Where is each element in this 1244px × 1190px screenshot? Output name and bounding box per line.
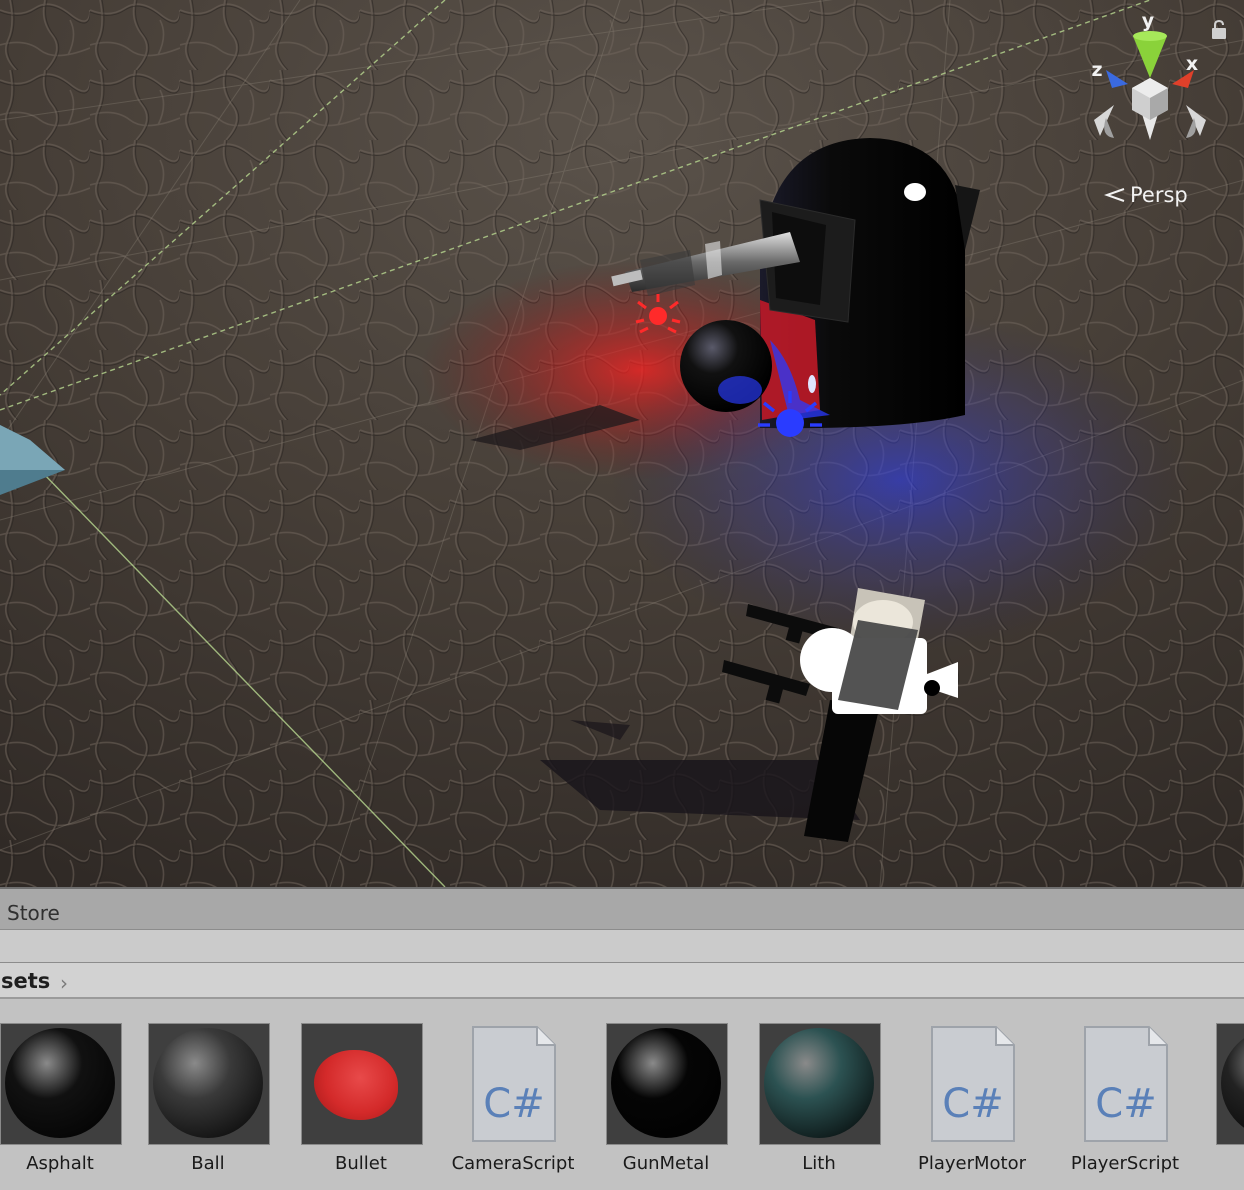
asset-label: GunMetal xyxy=(622,1153,710,1174)
asset-label: CameraScript xyxy=(451,1153,575,1174)
project-toolbar xyxy=(0,929,1244,963)
chevron-right-icon: › xyxy=(60,971,68,995)
asset-label: Lith xyxy=(802,1153,836,1174)
asset-item[interactable]: P xyxy=(1200,1023,1244,1183)
svg-text:C#: C# xyxy=(942,1081,1003,1127)
material-sphere-icon xyxy=(1216,1023,1244,1145)
gizmo-y-label: y xyxy=(1142,10,1155,32)
asset-label: P xyxy=(1200,1153,1244,1174)
asset-item[interactable]: Asphalt xyxy=(0,1023,136,1183)
asset-item[interactable]: C# PlayerScript xyxy=(1049,1023,1201,1183)
gizmo-x-label: x xyxy=(1186,53,1198,75)
scene-view[interactable]: y x z xyxy=(0,0,1244,887)
asset-item[interactable]: Lith xyxy=(743,1023,895,1183)
asset-item[interactable]: Bullet xyxy=(285,1023,437,1183)
csharp-file-icon: C# xyxy=(1065,1023,1187,1145)
tab-store[interactable]: Store xyxy=(7,901,60,925)
asset-item[interactable]: GunMetal xyxy=(590,1023,742,1183)
asset-label: Asphalt xyxy=(26,1153,94,1174)
breadcrumb: sets › xyxy=(0,963,1244,999)
lock-icon[interactable] xyxy=(1211,20,1227,40)
material-sphere-icon xyxy=(606,1023,728,1145)
material-sphere-icon xyxy=(759,1023,881,1145)
breadcrumb-item[interactable]: sets xyxy=(1,969,50,993)
turret-highlight xyxy=(904,183,926,201)
asset-item[interactable]: Ball xyxy=(132,1023,284,1183)
material-sphere-icon xyxy=(148,1023,270,1145)
project-tab-bar: Store xyxy=(0,887,1244,929)
asset-label: PlayerMotor xyxy=(917,1153,1027,1174)
gizmo-z-label: z xyxy=(1091,59,1102,81)
asset-item[interactable]: C# CameraScript xyxy=(437,1023,589,1183)
asset-label: PlayerScript xyxy=(1070,1153,1180,1174)
asset-item[interactable]: C# PlayerMotor xyxy=(896,1023,1048,1183)
csharp-file-icon: C# xyxy=(912,1023,1034,1145)
asset-grid: Asphalt Ball Bullet C# CameraScript GunMetal L… xyxy=(0,999,1244,1190)
projection-toggle[interactable]: Persp xyxy=(1104,183,1188,207)
material-sphere-icon xyxy=(0,1023,122,1145)
material-blob-icon xyxy=(301,1023,423,1145)
chevron-left-icon xyxy=(1104,188,1125,202)
projection-label: Persp xyxy=(1130,183,1188,207)
asset-label: Bullet xyxy=(335,1153,387,1174)
svg-text:C#: C# xyxy=(1095,1081,1156,1127)
svg-text:C#: C# xyxy=(483,1081,544,1127)
csharp-file-icon: C# xyxy=(453,1023,575,1145)
asset-label: Ball xyxy=(191,1153,225,1174)
